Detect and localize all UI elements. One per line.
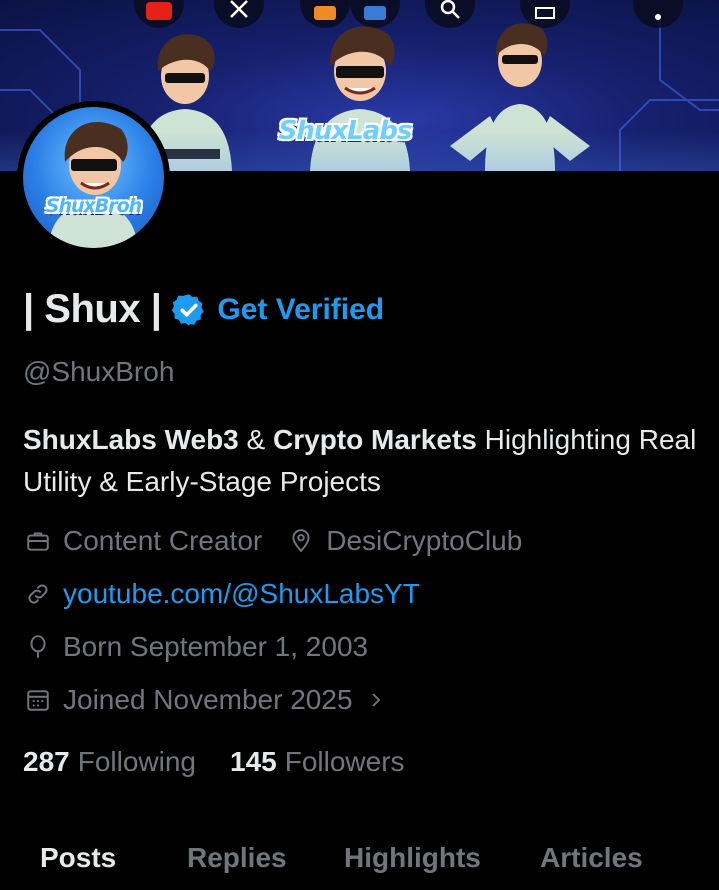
user-handle: @ShuxBroh xyxy=(23,356,175,387)
profile-meta-row: Content Creator DesiCryptoClub xyxy=(23,525,522,557)
profile-website-row: youtube.com/@ShuxLabsYT xyxy=(23,578,420,610)
following-label[interactable]: Following xyxy=(78,746,196,778)
tab-posts[interactable]: Posts xyxy=(40,842,116,874)
profile-joined-date: Joined November 2025 xyxy=(63,684,353,715)
avatar[interactable]: ShuxBroh xyxy=(17,101,170,254)
link-icon xyxy=(23,579,53,609)
avatar-character xyxy=(48,121,138,248)
profile-location: DesiCryptoClub xyxy=(326,525,523,556)
profile-bio: ShuxLabs Web3 & Crypto Markets Highlight… xyxy=(23,419,703,503)
profile-birthday: Born September 1, 2003 xyxy=(63,631,369,662)
profile-category: Content Creator xyxy=(63,525,263,556)
verified-badge-icon[interactable] xyxy=(171,292,207,328)
get-verified-link[interactable]: Get Verified xyxy=(217,293,384,327)
profile-birthday-row: Born September 1, 2003 xyxy=(23,631,368,663)
location-pin-icon xyxy=(286,526,316,556)
balloon-icon xyxy=(23,632,53,662)
profile-joined-row[interactable]: Joined November 2025 xyxy=(23,684,385,716)
profile-website-link[interactable]: youtube.com/@ShuxLabsYT xyxy=(63,578,420,610)
tab-highlights[interactable]: Highlights xyxy=(344,842,481,874)
followers-label[interactable]: Followers xyxy=(285,746,405,778)
bio-bold-text: Crypto Markets xyxy=(273,424,477,455)
bio-text: & xyxy=(238,424,273,455)
bio-bold-text: ShuxLabs Web3 xyxy=(23,424,239,455)
chevron-right-icon[interactable] xyxy=(367,691,385,709)
display-name: | Shux | xyxy=(23,287,162,331)
calendar-icon xyxy=(23,685,53,715)
follow-stats: 287 Following 145 Followers xyxy=(23,746,405,778)
following-count[interactable]: 287 xyxy=(23,746,70,778)
tab-articles[interactable]: Articles xyxy=(540,842,643,874)
followers-count[interactable]: 145 xyxy=(230,746,277,778)
avatar-logo: ShuxBroh xyxy=(45,195,142,217)
briefcase-icon xyxy=(23,526,53,556)
name-row: | Shux | Get Verified xyxy=(23,287,384,332)
profile-tabs: Posts Replies Highlights Articles xyxy=(0,838,719,890)
tab-replies[interactable]: Replies xyxy=(187,842,287,874)
